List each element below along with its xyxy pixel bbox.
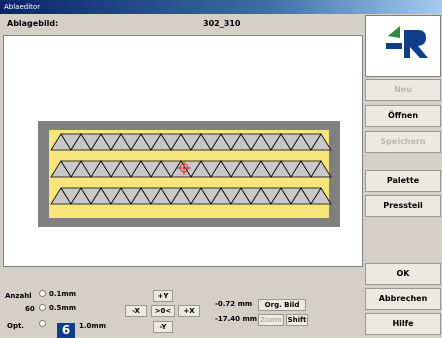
minus-y-button[interactable]: -Y — [153, 321, 173, 333]
parts-layer — [50, 133, 332, 205]
cancel-button[interactable]: Abbrechen — [365, 288, 441, 310]
step-badge: 6 — [57, 323, 75, 338]
org-bild-button[interactable]: Org. Bild — [258, 299, 306, 311]
step-label-1: 0.1mm — [49, 290, 76, 298]
palette-button[interactable]: Palette — [365, 170, 441, 192]
coord-y-value: -17.40 mm — [215, 315, 258, 323]
ablagebild-label: Ablagebild: — [7, 19, 59, 28]
minus-x-button[interactable]: -X — [125, 305, 147, 317]
step-label-3: 1.0mm — [79, 322, 106, 330]
zoom-button[interactable]: Zoom — [258, 314, 284, 326]
neu-button[interactable]: Neu — [365, 79, 441, 101]
pressteil-button[interactable]: Pressteil — [365, 195, 441, 217]
anzahl-label: Anzahl — [5, 292, 32, 300]
shift-button[interactable]: Shift — [286, 314, 308, 326]
logo-r-shape — [404, 30, 428, 58]
anzahl-value: 60 — [25, 305, 35, 313]
preview-canvas[interactable] — [3, 35, 363, 267]
r-logo-icon: R — [386, 26, 428, 58]
app-window: Ablaeditor Ablagebild: 302_310 R Neu Öff… — [0, 0, 442, 338]
ablagebild-value: 302_310 — [203, 19, 241, 28]
brand-logo: R — [365, 15, 441, 77]
right-panel: R Neu Öffnen Speichern Palette Pressteil… — [365, 15, 442, 338]
help-button[interactable]: Hilfe — [365, 313, 441, 335]
title-bar: Ablaeditor — [0, 0, 442, 14]
logo-blue-bar — [386, 43, 402, 49]
step-radio-3[interactable] — [39, 320, 46, 327]
opt-label: Opt. — [7, 322, 24, 330]
plus-y-button[interactable]: +Y — [153, 290, 173, 302]
speichern-button[interactable]: Speichern — [365, 131, 441, 153]
plus-x-button[interactable]: +X — [178, 305, 200, 317]
oeffnen-button[interactable]: Öffnen — [365, 105, 441, 127]
coord-x-value: -0.72 mm — [215, 300, 253, 308]
step-label-2: 0.5mm — [49, 304, 76, 312]
logo-green-shape — [388, 26, 400, 38]
step-radio-1[interactable] — [39, 290, 46, 297]
ok-button[interactable]: OK — [365, 263, 441, 285]
header-bar: Ablagebild: 302_310 — [3, 15, 365, 35]
center-button[interactable]: >0< — [151, 305, 175, 317]
step-radio-2[interactable] — [39, 304, 46, 311]
